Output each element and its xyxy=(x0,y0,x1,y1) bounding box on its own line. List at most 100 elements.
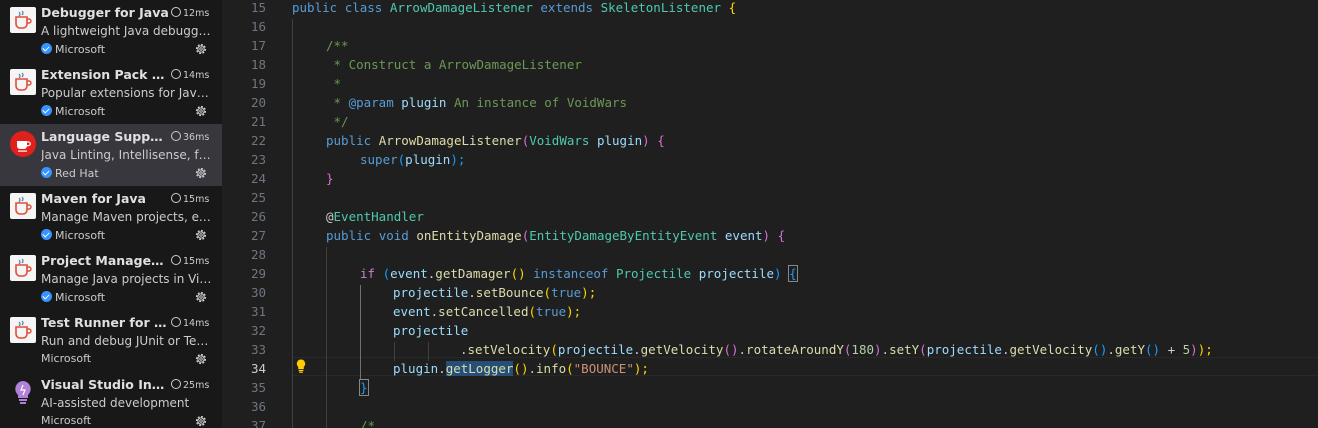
verified-publisher-icon xyxy=(41,105,52,116)
token: public xyxy=(326,228,372,243)
token: ( xyxy=(919,342,927,357)
token: . xyxy=(460,342,468,357)
gear-icon[interactable] xyxy=(194,42,208,56)
token: 180 xyxy=(851,342,874,357)
token: info xyxy=(536,361,567,376)
extension-item-extension-pack-for-java[interactable]: Extension Pack for Java 14ms Popular ext… xyxy=(0,62,222,124)
token: { xyxy=(728,0,737,15)
code-line-27: public void onEntityDamage(EntityDamageB… xyxy=(326,226,785,245)
extension-item-debugger-for-java[interactable]: Debugger for Java 12ms A lightweight Jav… xyxy=(0,0,222,62)
token: ( xyxy=(566,361,574,376)
token: projectile xyxy=(557,342,634,357)
code-line-22: public ArrowDamageListener(VoidWars plug… xyxy=(326,131,665,150)
extension-item-maven-for-java[interactable]: Maven for Java 15ms Manage Maven project… xyxy=(0,186,222,248)
code-line-33: .setVelocity(projectile.getVelocity().ro… xyxy=(460,340,1213,359)
token: SkeletonListener xyxy=(600,0,722,15)
code-line-17: /** xyxy=(326,38,349,53)
gear-icon[interactable] xyxy=(194,352,208,366)
activation-time-value: 36ms xyxy=(183,132,210,143)
matching-bracket: { xyxy=(788,265,798,282)
token: public xyxy=(326,133,372,148)
code-line-29: if (event.getDamager() instanceof Projec… xyxy=(360,264,798,283)
line-number: 21 xyxy=(250,114,266,129)
token: extends xyxy=(540,0,594,15)
publisher-name: Microsoft xyxy=(55,229,106,242)
line-number: 33 xyxy=(250,342,266,357)
extension-description: A lightweight Java debugger for Visual S… xyxy=(41,24,213,38)
java-extension-icon xyxy=(10,193,36,219)
token: ) xyxy=(762,228,771,243)
extension-publisher: Microsoft xyxy=(41,228,105,243)
code-line-32: projectile xyxy=(393,323,469,338)
line-number: 17 xyxy=(250,38,266,53)
gear-icon[interactable] xyxy=(194,166,208,180)
line-number: 23 xyxy=(250,152,266,167)
token: . xyxy=(1107,342,1115,357)
extension-item-test-runner-for-java[interactable]: Test Runner for Java 14ms Run and debug … xyxy=(0,310,222,372)
verified-publisher-icon xyxy=(41,291,52,302)
activation-time: 14ms xyxy=(171,316,209,331)
activation-time: 15ms xyxy=(171,254,209,269)
code-editor[interactable]: public class ArrowDamageListener extends… xyxy=(292,0,1318,428)
token: EventHandler xyxy=(333,209,424,224)
token: "BOUNCE" xyxy=(573,361,634,376)
token: @param xyxy=(348,95,394,110)
line-number: 28 xyxy=(250,247,266,262)
token: ( xyxy=(550,342,558,357)
gear-icon[interactable] xyxy=(194,290,208,304)
extension-publisher: Microsoft xyxy=(41,104,105,119)
extension-title: Project Manager for Java xyxy=(41,253,169,268)
history-icon xyxy=(171,379,181,389)
extension-title: Debugger for Java xyxy=(41,5,169,20)
line-number: 32 xyxy=(250,323,266,338)
redhat-java-icon xyxy=(10,131,36,157)
activation-time-value: 15ms xyxy=(183,256,210,267)
extension-item-visual-studio-intellicode[interactable]: Visual Studio IntelliCode 25ms AI-assist… xyxy=(0,372,222,428)
code-line-21: */ xyxy=(326,114,349,129)
token: () xyxy=(513,361,529,376)
extension-description: Java Linting, Intellisense, formatting, … xyxy=(41,148,213,162)
history-icon xyxy=(171,131,181,141)
token: class xyxy=(344,0,383,15)
history-icon xyxy=(171,69,181,79)
token: event xyxy=(390,266,428,281)
token: . xyxy=(881,342,890,357)
token: ) xyxy=(774,266,782,281)
token: plugin xyxy=(393,361,439,376)
line-number: 22 xyxy=(250,133,266,148)
extension-title: Maven for Java xyxy=(41,191,146,206)
gear-icon[interactable] xyxy=(194,414,208,428)
token: instanceof xyxy=(533,266,609,281)
code-line-23: super(plugin); xyxy=(360,150,465,169)
extension-publisher: Microsoft xyxy=(41,42,105,57)
code-line-30: projectile.setBounce(true); xyxy=(393,283,596,302)
gear-icon[interactable] xyxy=(194,228,208,242)
line-number: 16 xyxy=(250,19,266,34)
gear-icon[interactable] xyxy=(194,104,208,118)
java-extension-icon xyxy=(10,255,36,281)
line-number: 20 xyxy=(250,95,266,110)
token: getY xyxy=(1114,342,1145,357)
line-number: 26 xyxy=(250,209,266,224)
extension-publisher: Microsoft xyxy=(41,414,91,428)
vscode-window: Debugger for Java 12ms A lightweight Jav… xyxy=(0,0,1318,428)
extensions-sidebar: Debugger for Java 12ms A lightweight Jav… xyxy=(0,0,222,428)
activation-time-value: 14ms xyxy=(183,70,210,81)
activation-time: 25ms xyxy=(171,378,209,393)
extension-item-language-support-for-java[interactable]: Language Support for Java(TM) by Red Hat… xyxy=(0,124,222,186)
token: rotateAroundY xyxy=(746,342,844,357)
history-icon xyxy=(171,193,181,203)
token: ( xyxy=(528,304,537,319)
token: ); xyxy=(450,152,466,167)
code-line-35: } xyxy=(359,378,369,397)
extension-item-project-manager-for-java[interactable]: Project Manager for Java 15ms Manage Jav… xyxy=(0,248,222,310)
line-number: 25 xyxy=(250,190,266,205)
token: An instance of VoidWars xyxy=(446,95,628,110)
line-number: 15 xyxy=(250,0,266,15)
publisher-name: Microsoft xyxy=(41,352,92,365)
token: ); xyxy=(566,304,582,319)
line-number: 36 xyxy=(250,399,266,414)
